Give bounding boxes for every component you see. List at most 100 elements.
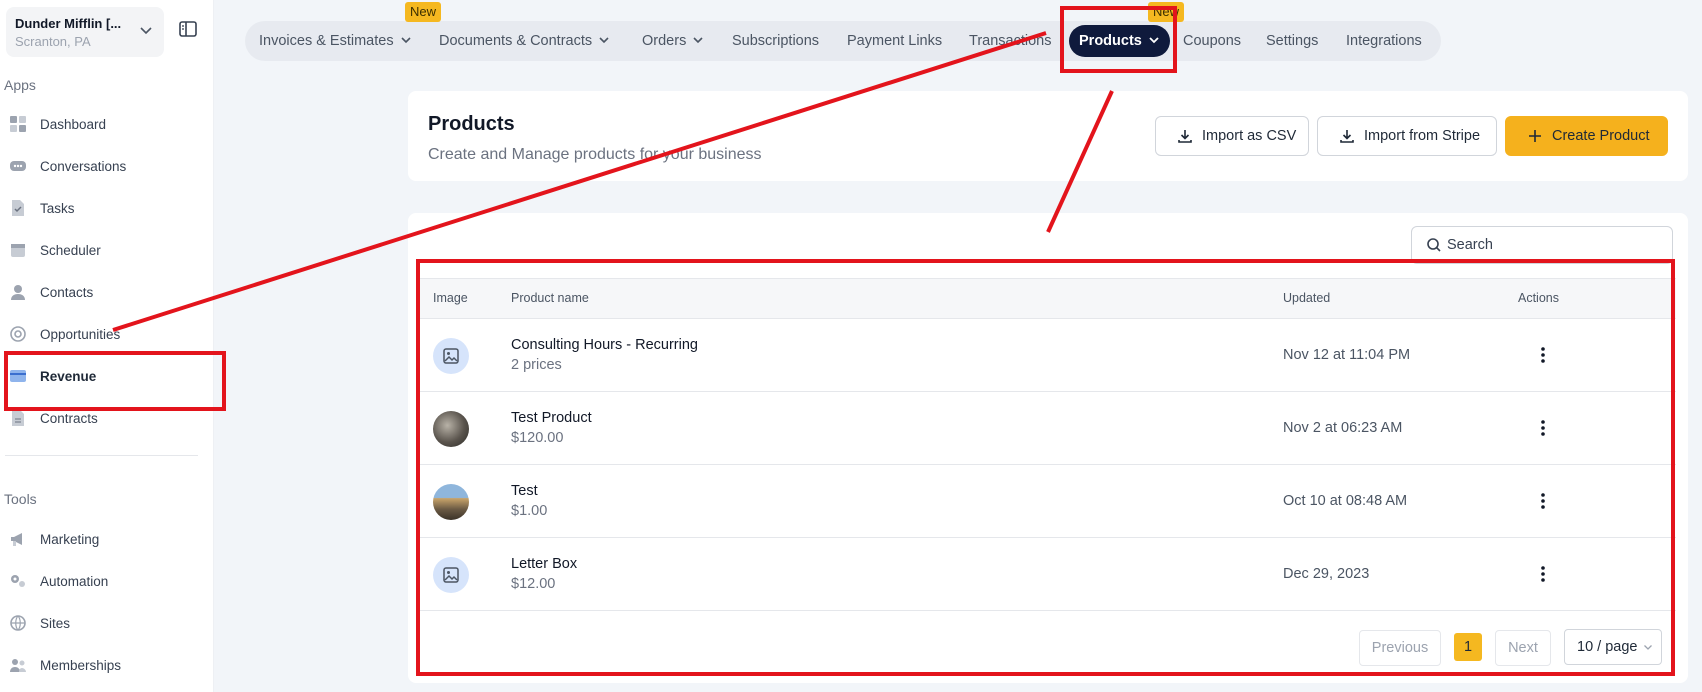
product-name[interactable]: Test [511, 483, 538, 499]
tab-invoices-estimates[interactable]: Invoices & Estimates [259, 21, 412, 61]
tab-payment-links[interactable]: Payment Links [847, 21, 942, 61]
tab-label: Invoices & Estimates [259, 33, 394, 49]
current-page-button[interactable]: 1 [1454, 633, 1482, 661]
search-input[interactable]: Search [1411, 226, 1673, 264]
tab-documents-contracts[interactable]: Documents & Contracts [439, 21, 610, 61]
product-price: $120.00 [511, 430, 564, 446]
product-updated: Nov 2 at 06:23 AM [1283, 420, 1403, 436]
sidebar-item-label: Sites [40, 615, 71, 631]
tasks-icon [9, 199, 27, 217]
sidebar-item-label: Marketing [40, 531, 100, 547]
chevron-down-icon [140, 27, 152, 35]
table-row[interactable]: Test Product $120.00 Nov 2 at 06:23 AM [416, 392, 1676, 465]
tab-label: Subscriptions [732, 33, 820, 49]
sidebar: Dunder Mifflin [... Scranton, PA Apps Da… [0, 0, 214, 692]
chevron-down-icon [1149, 37, 1159, 44]
sidebar-item-label: Contracts [40, 410, 98, 426]
table-row[interactable]: Consulting Hours - Recurring 2 prices No… [416, 319, 1676, 392]
dashboard-icon [9, 115, 27, 133]
column-header-image: Image [433, 291, 468, 305]
product-image [433, 411, 469, 447]
account-name: Dunder Mifflin [... [15, 16, 122, 31]
import-csv-button[interactable]: Import as CSV [1155, 116, 1309, 156]
table-header: Image Product name Updated Actions [416, 278, 1676, 319]
account-switcher[interactable]: Dunder Mifflin [... Scranton, PA [6, 7, 164, 57]
column-header-updated: Updated [1283, 291, 1331, 305]
product-updated: Oct 10 at 08:48 AM [1283, 493, 1408, 509]
tab-subscriptions[interactable]: Subscriptions [732, 21, 819, 61]
more-actions-icon[interactable] [1533, 345, 1553, 365]
sidebar-item-label: Contacts [40, 284, 94, 300]
product-updated: Nov 12 at 11:04 PM [1283, 347, 1411, 363]
plus-icon [1529, 130, 1541, 142]
image-placeholder-icon [433, 338, 469, 374]
page-subtitle: Create and Manage products for your busi… [428, 146, 762, 163]
product-price: $1.00 [511, 503, 548, 519]
sites-icon [9, 614, 27, 632]
download-icon [1178, 130, 1192, 143]
more-actions-icon[interactable] [1533, 564, 1553, 584]
tab-label: Payment Links [847, 33, 943, 49]
sidebar-item-label: Conversations [40, 158, 127, 174]
search-icon [1427, 238, 1441, 252]
tools-section-label: Tools [4, 491, 37, 507]
chevron-down-icon [1644, 645, 1653, 650]
top-nav: Invoices & Estimates Documents & Contrac… [245, 21, 1441, 61]
sidebar-item-dashboard[interactable]: Dashboard [0, 107, 200, 141]
tab-settings[interactable]: Settings [1266, 21, 1318, 61]
import-stripe-button[interactable]: Import from Stripe [1317, 116, 1497, 156]
gears-icon [9, 572, 27, 590]
sidebar-item-revenue[interactable]: Revenue [5, 359, 223, 393]
product-name[interactable]: Letter Box [511, 556, 577, 572]
calendar-icon [9, 241, 27, 259]
sidebar-divider [5, 455, 198, 456]
table-row[interactable]: Test $1.00 Oct 10 at 08:48 AM [416, 465, 1676, 538]
sidebar-item-conversations[interactable]: Conversations [0, 149, 200, 183]
tab-products[interactable]: Products [1069, 25, 1170, 57]
page-size-select[interactable]: 10 / page [1564, 629, 1662, 665]
sidebar-item-memberships[interactable]: Memberships [0, 648, 200, 682]
download-icon [1340, 130, 1354, 143]
chevron-down-icon [401, 37, 411, 44]
sidebar-item-opportunities[interactable]: Opportunities [0, 317, 200, 351]
tab-transactions[interactable]: Transactions [969, 21, 1051, 61]
sidebar-item-label: Tasks [40, 200, 75, 216]
product-price: $12.00 [511, 576, 556, 592]
more-actions-icon[interactable] [1533, 418, 1553, 438]
product-name[interactable]: Test Product [511, 410, 592, 426]
page-title: Products [428, 113, 515, 135]
megaphone-icon [9, 530, 27, 548]
next-page-button[interactable]: Next [1495, 630, 1551, 666]
page-header-card: Products Create and Manage products for … [408, 91, 1688, 181]
create-product-button[interactable]: Create Product [1505, 116, 1668, 156]
product-price: 2 prices [511, 357, 562, 373]
tab-coupons[interactable]: Coupons [1183, 21, 1241, 61]
tab-integrations[interactable]: Integrations [1346, 21, 1422, 61]
sidebar-item-marketing[interactable]: Marketing [0, 522, 200, 556]
apps-section-label: Apps [4, 77, 36, 93]
sidebar-toggle-icon[interactable] [178, 19, 198, 39]
tab-label: Transactions [969, 33, 1052, 49]
sidebar-item-sites[interactable]: Sites [0, 606, 200, 640]
column-header-actions: Actions [1518, 291, 1559, 305]
sidebar-item-automation[interactable]: Automation [0, 564, 200, 598]
products-table-card: Search Image Product name Updated Action… [408, 213, 1688, 683]
chevron-down-icon [693, 37, 703, 44]
tab-label: Orders [642, 33, 687, 49]
table-row[interactable]: Letter Box $12.00 Dec 29, 2023 [416, 538, 1676, 611]
tab-orders[interactable]: Orders [642, 21, 704, 61]
sidebar-item-label: Opportunities [40, 326, 121, 342]
previous-page-button[interactable]: Previous [1359, 630, 1441, 666]
image-placeholder-icon [433, 557, 469, 593]
sidebar-item-contacts[interactable]: Contacts [0, 275, 200, 309]
product-name[interactable]: Consulting Hours - Recurring [511, 337, 698, 353]
sidebar-item-scheduler[interactable]: Scheduler [0, 233, 200, 267]
more-actions-icon[interactable] [1533, 491, 1553, 511]
sidebar-item-tasks[interactable]: Tasks [0, 191, 200, 225]
tab-label: Products [1079, 33, 1142, 49]
sidebar-item-label: Memberships [40, 657, 122, 673]
sidebar-item-contracts[interactable]: Contracts [0, 401, 200, 435]
new-badge: New [1148, 2, 1185, 22]
card-icon [9, 367, 27, 385]
import-csv-label: Import as CSV [1202, 128, 1297, 144]
